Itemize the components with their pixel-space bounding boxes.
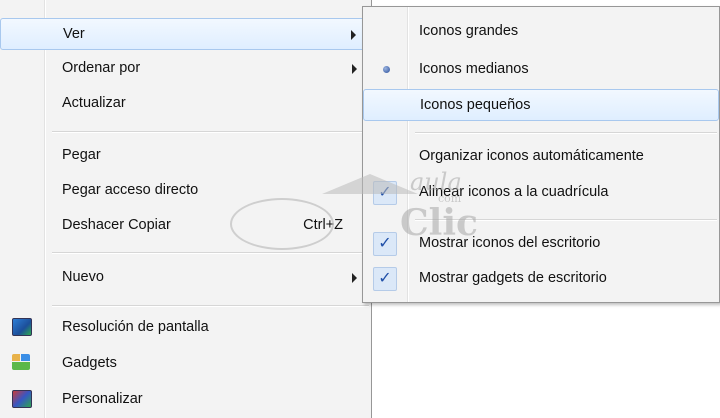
submenu-item-mostrar-gadgets[interactable]: ✓ Mostrar gadgets de escritorio (363, 263, 719, 295)
menu-item-label: Actualizar (62, 95, 126, 111)
menu-item-label: Deshacer Copiar (62, 217, 171, 233)
menu-item-label: Organizar iconos automáticamente (419, 148, 644, 164)
submenu-item-iconos-pequenos[interactable]: Iconos pequeños (363, 89, 719, 121)
menu-item-label: Resolución de pantalla (62, 319, 209, 335)
personalize-icon (12, 390, 32, 408)
checkmark-icon: ✓ (373, 232, 397, 256)
menu-separator (415, 132, 717, 134)
menu-item-label: Mostrar iconos del escritorio (419, 235, 601, 251)
menu-item-label: Alinear iconos a la cuadrícula (419, 184, 609, 200)
submenu-arrow-icon (352, 64, 357, 74)
menu-separator (52, 252, 369, 254)
menu-item-personalizar[interactable]: Personalizar (0, 384, 371, 416)
menu-item-pegar[interactable]: Pegar (0, 140, 371, 172)
submenu-item-iconos-grandes[interactable]: Iconos grandes (363, 16, 719, 48)
desktop-context-menu: Ver Ordenar por Actualizar Pegar Pegar a… (0, 0, 372, 418)
menu-item-pegar-acceso-directo[interactable]: Pegar acceso directo (0, 175, 371, 207)
radio-bullet-icon (383, 66, 390, 73)
gadgets-icon (12, 354, 30, 370)
submenu-item-mostrar-iconos[interactable]: ✓ Mostrar iconos del escritorio (363, 228, 719, 260)
checkmark-icon: ✓ (373, 267, 397, 291)
menu-item-label: Gadgets (62, 355, 117, 371)
menu-item-label: Iconos pequeños (420, 97, 531, 113)
menu-item-ver[interactable]: Ver (0, 18, 371, 50)
menu-separator (415, 219, 717, 221)
checkmark-icon: ✓ (373, 181, 397, 205)
menu-item-deshacer-copiar[interactable]: Deshacer Copiar Ctrl+Z (0, 210, 371, 242)
menu-item-label: Pegar acceso directo (62, 182, 199, 198)
submenu-item-alinear[interactable]: ✓ Alinear iconos a la cuadrícula (363, 177, 719, 209)
menu-item-label: Mostrar gadgets de escritorio (419, 270, 607, 286)
menu-separator (52, 131, 369, 133)
menu-item-ordenar-por[interactable]: Ordenar por (0, 53, 371, 85)
menu-item-nuevo[interactable]: Nuevo (0, 262, 371, 294)
menu-item-label: Ver (63, 26, 85, 42)
menu-item-label: Personalizar (62, 391, 143, 407)
submenu-item-iconos-medianos[interactable]: Iconos medianos (363, 54, 719, 86)
menu-item-gadgets[interactable]: Gadgets (0, 348, 371, 380)
menu-separator (52, 305, 369, 307)
menu-item-label: Iconos grandes (419, 23, 519, 39)
menu-item-actualizar[interactable]: Actualizar (0, 88, 371, 120)
monitor-icon (12, 318, 32, 336)
menu-item-label: Nuevo (62, 269, 104, 285)
submenu-arrow-icon (352, 273, 357, 283)
menu-item-resolucion-pantalla[interactable]: Resolución de pantalla (0, 312, 371, 344)
menu-item-shortcut: Ctrl+Z (303, 217, 343, 233)
menu-item-label: Ordenar por (62, 60, 141, 76)
menu-item-label: Pegar (62, 147, 101, 163)
ver-submenu: Iconos grandes Iconos medianos Iconos pe… (362, 6, 720, 303)
menu-item-label: Iconos medianos (419, 61, 529, 77)
submenu-arrow-icon (351, 30, 356, 40)
submenu-item-organizar[interactable]: Organizar iconos automáticamente (363, 141, 719, 173)
